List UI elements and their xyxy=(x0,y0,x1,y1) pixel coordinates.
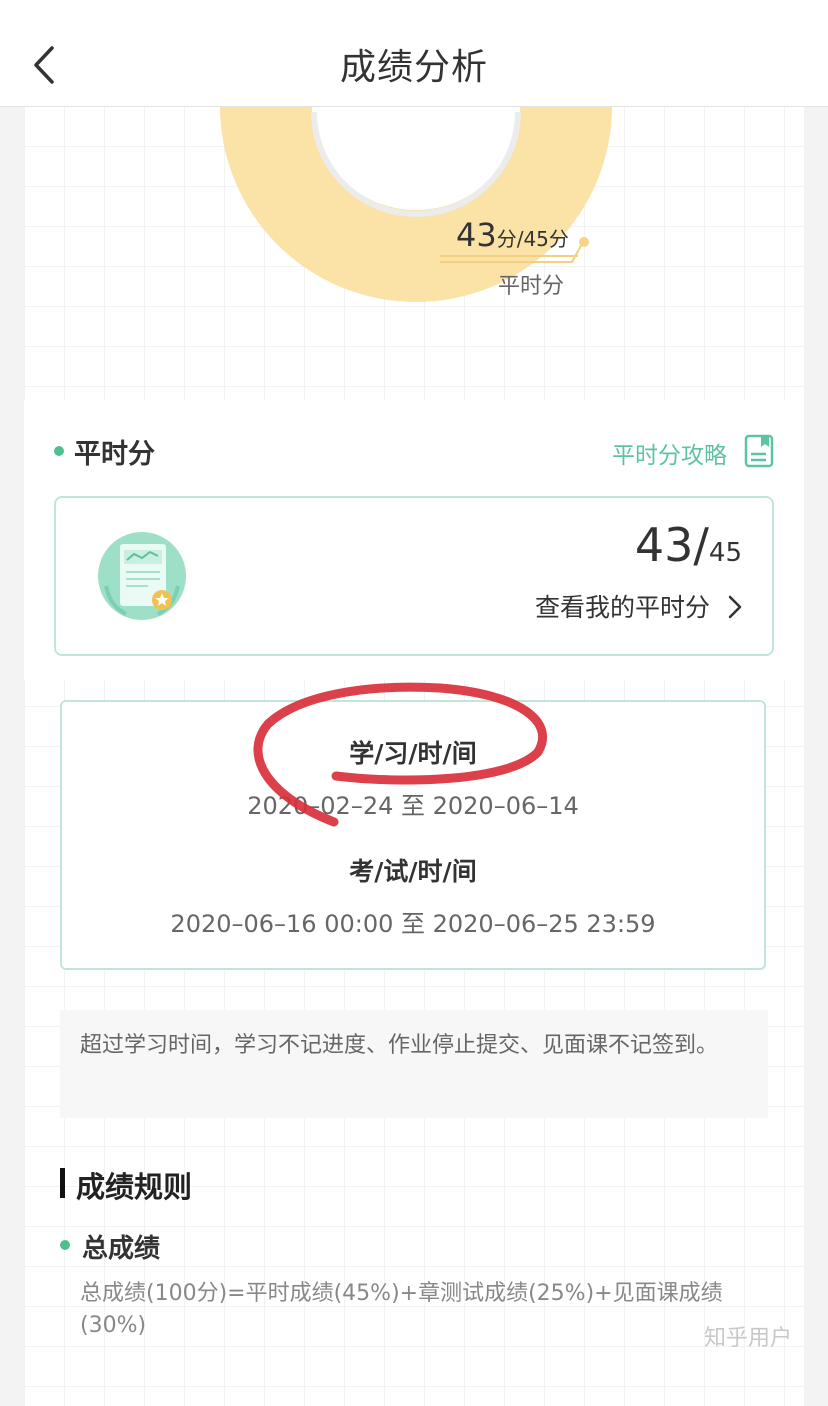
score-donut-chart: 43分/45分 平时分 xyxy=(24,106,804,396)
total-score-title: 总成绩 xyxy=(82,1234,161,1264)
top-bar: 成绩分析 xyxy=(0,0,828,107)
exam-time-range: 2020–06–16 00:00 至 2020–06–25 23:59 xyxy=(170,910,656,938)
study-time-title: 学/习/时/间 xyxy=(349,739,477,768)
notice-text: 超过学习时间，学习不记进度、作业停止提交、见面课不记签到。 xyxy=(80,1033,719,1058)
donut-score-label: 43分/45分 xyxy=(456,216,569,254)
exam-time-title: 考/试/时/间 xyxy=(349,857,477,886)
guide-book-icon[interactable] xyxy=(744,434,774,468)
chevron-right-icon xyxy=(728,595,742,625)
view-my-ordinary-score-link[interactable]: 查看我的平时分 xyxy=(535,588,742,625)
section-marker-bar xyxy=(60,1168,65,1198)
ordinary-score-card[interactable]: 43/45 查看我的平时分 xyxy=(54,496,774,656)
donut-caption: 平时分 xyxy=(498,274,565,299)
ordinary-score-guide-link[interactable]: 平时分攻略 xyxy=(612,436,727,470)
total-score-formula: 总成绩(100分)=平时成绩(45%)+章测试成绩(25%)+见面课成绩(30%… xyxy=(80,1281,723,1338)
zhihu-watermark: 知乎用户 xyxy=(704,1326,793,1351)
ordinary-score-value: 43/45 xyxy=(634,518,742,572)
page-title: 成绩分析 xyxy=(339,47,488,88)
section-title: 平时分 xyxy=(74,439,155,470)
bullet-dot xyxy=(54,446,64,456)
rules-title: 成绩规则 xyxy=(76,1170,193,1204)
study-time-range: 2020–02–24 至 2020–06–14 xyxy=(247,792,579,820)
donut-ring xyxy=(220,106,612,302)
ordinary-score-section: 平时分 平时分攻略 43/45 查看我的平时分 xyxy=(24,400,804,680)
notice-box: 超过学习时间，学习不记进度、作业停止提交、见面课不记签到。 xyxy=(60,1010,768,1118)
certificate-icon xyxy=(96,530,188,622)
content-card: 43分/45分 平时分 平时分 平时分攻略 43/45 查看我的平时分 学/习/… xyxy=(24,106,804,1406)
study-exam-time-card: 学/习/时/间 2020–02–24 至 2020–06–14 考/试/时/间 … xyxy=(60,700,766,970)
bullet-dot xyxy=(60,1240,70,1250)
